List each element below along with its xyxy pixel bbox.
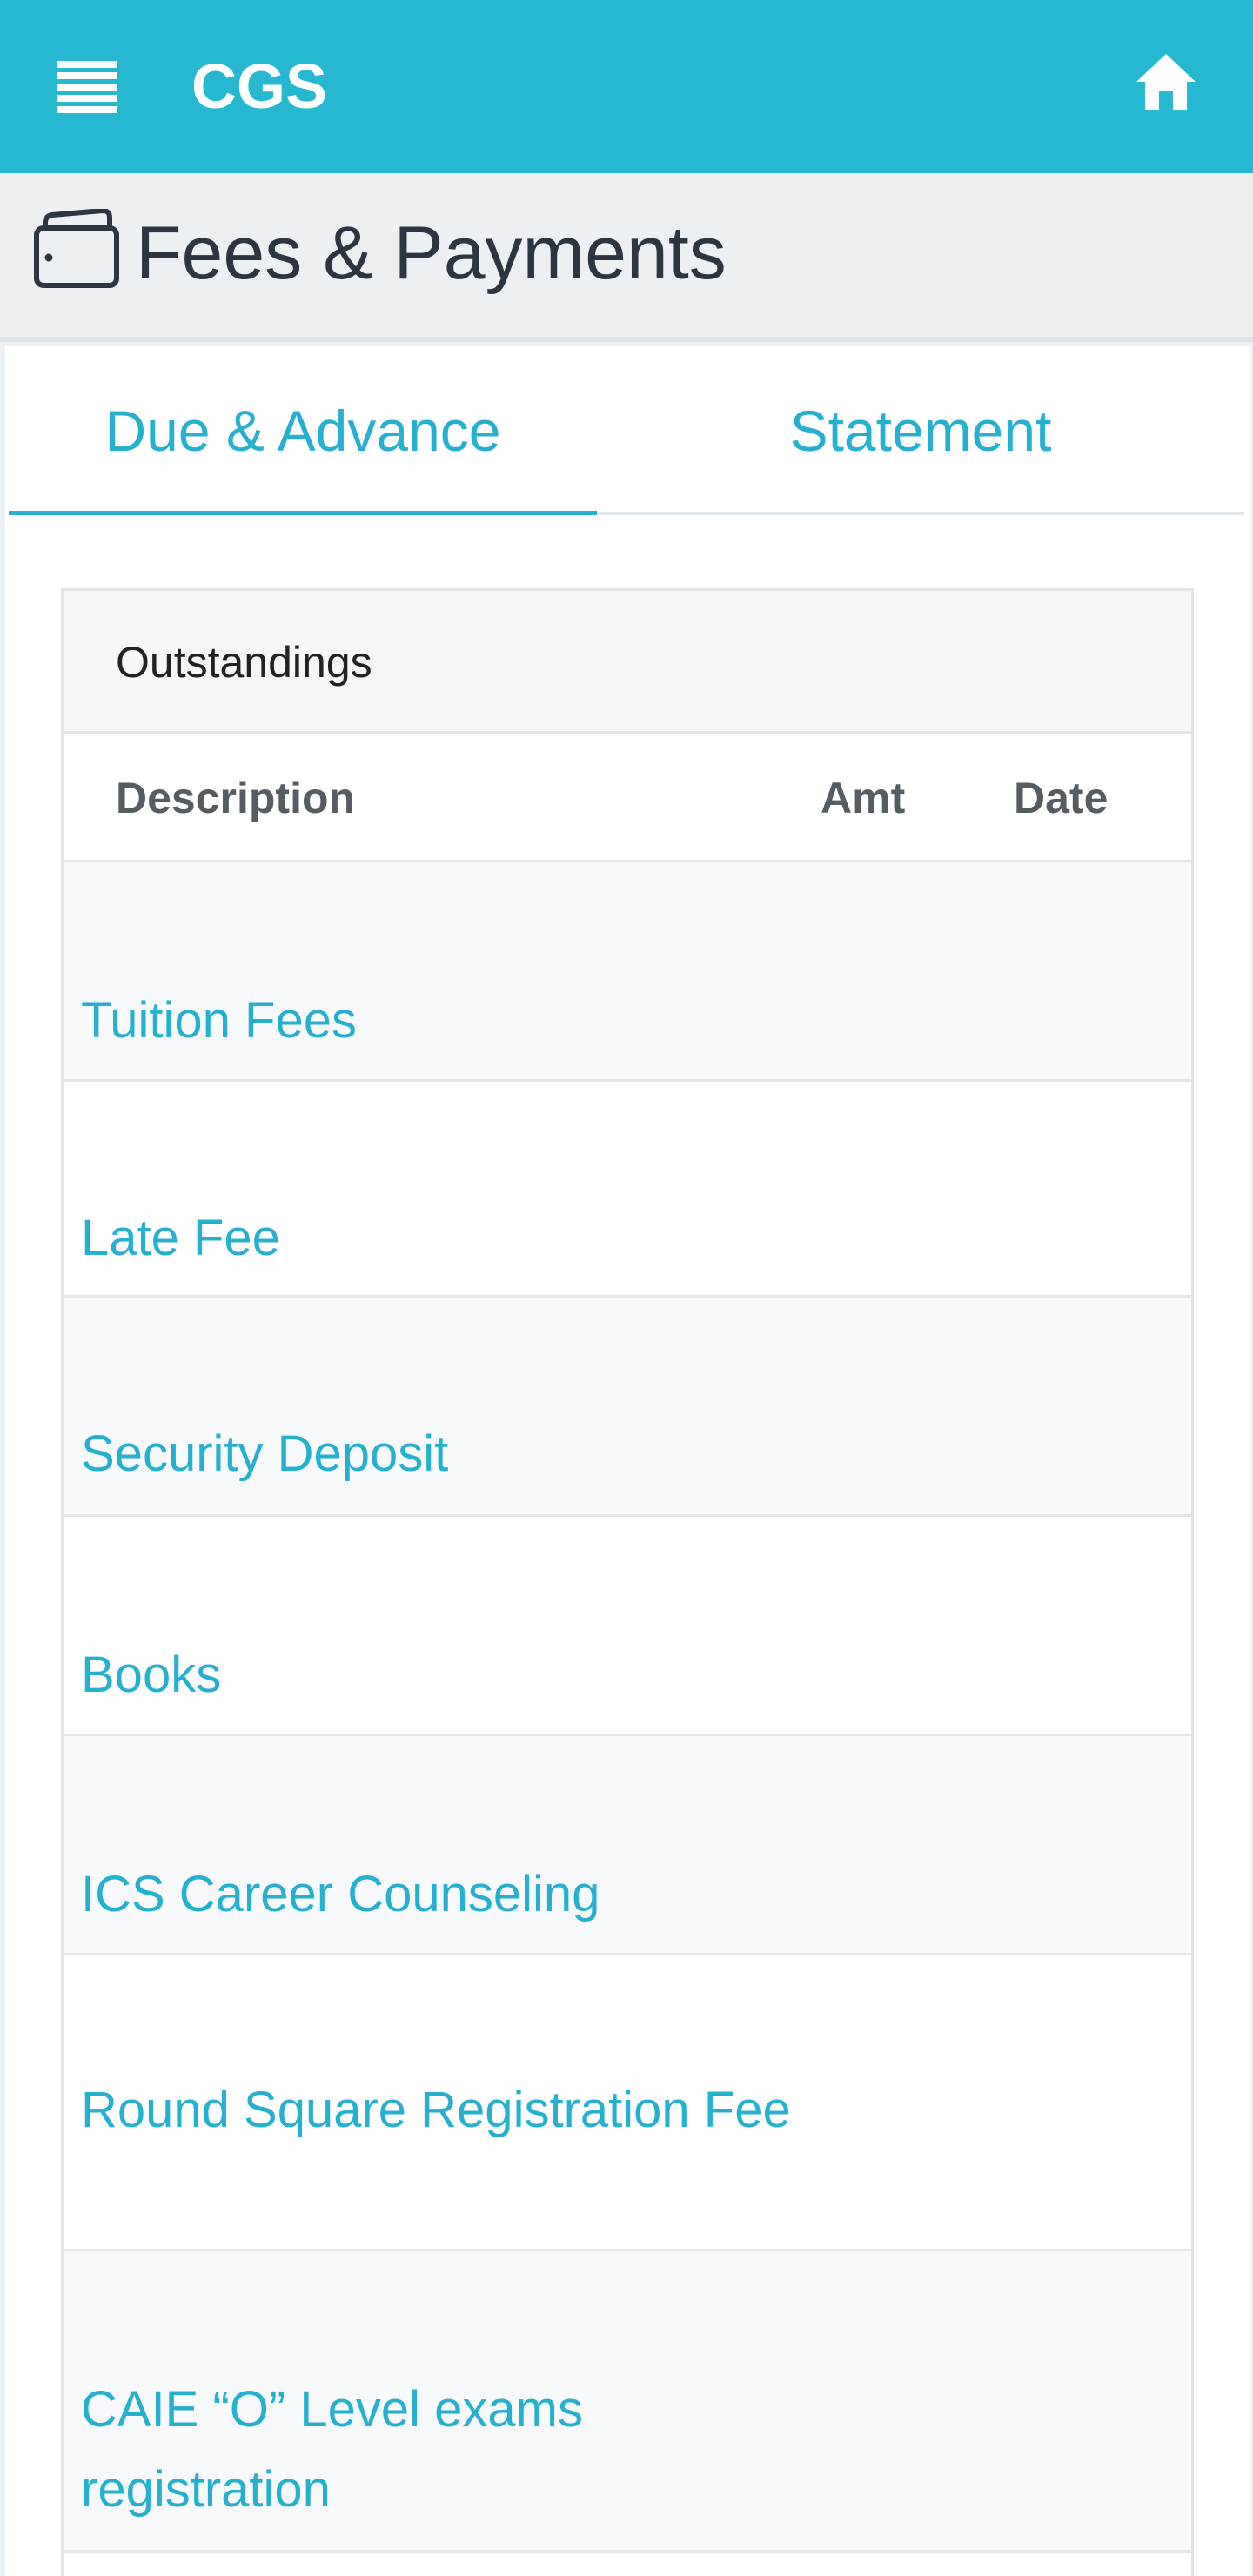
fee-item-link[interactable]: Tuition Fees (81, 981, 794, 1061)
table-header: Description Amt Date (64, 734, 1191, 862)
table-row: ICS Career Counseling (64, 1736, 1191, 1955)
column-header-amt: Amt (821, 774, 906, 822)
app-brand: CGS (191, 52, 328, 122)
table-row: Round Square Registration Fee (64, 1955, 1191, 2251)
table-row: CAIE “O” Level exams registration (64, 2251, 1191, 2553)
fee-item-link[interactable]: Security Deposit (81, 1414, 794, 1494)
table-row: Books (64, 1517, 1191, 1736)
column-header-date: Date (1014, 774, 1109, 822)
fee-item-link[interactable]: Books (81, 1635, 794, 1715)
fee-item-link[interactable]: CAIE “O” Level exams registration (81, 2370, 794, 2530)
fee-item-link[interactable]: ICS Career Counseling (81, 1855, 794, 1935)
table-row: Late Fee (64, 1082, 1191, 1298)
hamburger-menu-icon[interactable] (57, 61, 117, 113)
fee-item-link[interactable]: Round Square Registration Fee (81, 2070, 794, 2150)
fee-item-link[interactable]: Late Fee (81, 1198, 794, 1278)
home-icon[interactable] (1135, 50, 1197, 113)
tab-bar: Due & Advance Statement (9, 346, 1244, 515)
tab-due-advance[interactable]: Due & Advance (9, 346, 597, 515)
table-row: Security Deposit (64, 1298, 1191, 1517)
tab-statement[interactable]: Statement (597, 346, 1244, 512)
outstandings-heading: Outstandings (64, 591, 1191, 734)
page-title: Fees & Payments (136, 211, 727, 295)
column-header-description: Description (116, 774, 356, 822)
outstandings-panel: Outstandings Description Amt Date Tuitio… (61, 588, 1194, 2576)
wallet-icon (34, 209, 119, 288)
top-app-bar: CGS (0, 0, 1253, 173)
table-row: Tuition Fees (64, 862, 1191, 1082)
